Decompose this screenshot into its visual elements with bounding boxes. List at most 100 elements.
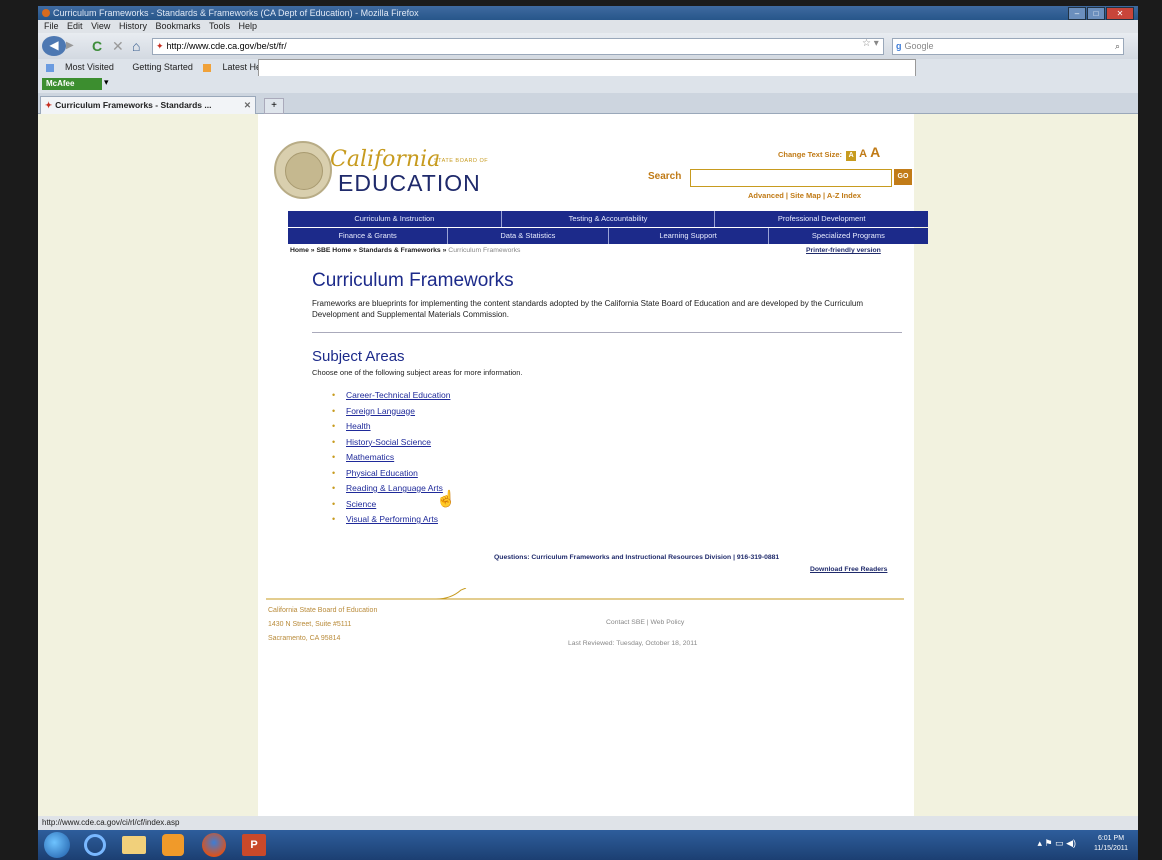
list-item: Physical Education: [332, 466, 450, 482]
breadcrumb-current: Curriculum Frameworks: [448, 247, 521, 254]
download-readers-link[interactable]: Download Free Readers: [810, 566, 887, 573]
subject-list: Career-Technical Education Foreign Langu…: [332, 388, 450, 528]
rss-icon: [203, 63, 212, 72]
list-item: Career-Technical Education: [332, 388, 450, 404]
reload-button[interactable]: C: [92, 37, 102, 55]
go-button[interactable]: GO: [894, 169, 912, 185]
tab-label: Curriculum Frameworks - Standards ...: [55, 100, 212, 110]
subject-link-reading-language-arts[interactable]: Reading & Language Arts: [346, 483, 443, 493]
subject-link-history-social-science[interactable]: History-Social Science: [346, 437, 431, 447]
list-item: Reading & Language Arts: [332, 481, 450, 497]
minimize-button[interactable]: –: [1068, 7, 1086, 20]
printer-friendly-link[interactable]: Printer-friendly version: [806, 247, 881, 254]
logo-sbe: STATE BOARD OF: [434, 158, 489, 164]
menu-bar: File Edit View History Bookmarks Tools H…: [38, 20, 1138, 33]
subject-areas-intro: Choose one of the following subject area…: [312, 368, 523, 377]
subject-link-mathematics[interactable]: Mathematics: [346, 452, 394, 462]
list-item: History-Social Science: [332, 435, 450, 451]
subject-link-physical-education[interactable]: Physical Education: [346, 468, 418, 478]
web-page: California STATE BOARD OF EDUCATION Chan…: [258, 114, 928, 816]
footer-org: California State Board of Education: [268, 607, 378, 614]
system-clock[interactable]: 6:01 PM 11/15/2011: [1094, 834, 1128, 854]
nav-learning-support[interactable]: Learning Support: [609, 228, 769, 244]
footer-address: California State Board of Education 1430…: [268, 604, 377, 646]
text-size-large-button[interactable]: A: [870, 144, 880, 160]
firefox-icon: [42, 9, 50, 17]
text-size-medium-button[interactable]: A: [859, 148, 867, 160]
stop-button[interactable]: ✕: [112, 37, 124, 55]
nav-testing-accountability[interactable]: Testing & Accountability: [502, 211, 716, 227]
search-links[interactable]: Advanced | Site Map | A-Z Index: [748, 191, 861, 200]
clock-date: 11/15/2011: [1094, 845, 1128, 852]
last-reviewed: Last Reviewed: Tuesday, October 18, 2011: [568, 640, 698, 647]
breadcrumb-links[interactable]: Home » SBE Home » Standards & Frameworks…: [290, 247, 446, 254]
nav-curriculum-instruction[interactable]: Curriculum & Instruction: [288, 211, 502, 227]
menu-edit[interactable]: Edit: [67, 21, 83, 31]
browser-viewport: California STATE BOARD OF EDUCATION Chan…: [38, 114, 1138, 816]
bookmark-star-icon[interactable]: ☆ ▾: [862, 38, 879, 49]
media-player-icon[interactable]: [162, 834, 184, 856]
folder-icon[interactable]: [122, 836, 146, 854]
clock-time: 6:01 PM: [1097, 835, 1125, 842]
bookmark-most-visited[interactable]: Most Visited: [46, 62, 114, 72]
menu-help[interactable]: Help: [239, 21, 258, 31]
new-tab-button[interactable]: +: [264, 98, 284, 114]
site-search-input[interactable]: [690, 169, 892, 187]
nav-specialized-programs[interactable]: Specialized Programs: [769, 228, 928, 244]
state-seal-logo[interactable]: [274, 141, 332, 199]
menu-view[interactable]: View: [91, 21, 110, 31]
subject-link-visual-performing-arts[interactable]: Visual & Performing Arts: [346, 514, 438, 524]
screen: Curriculum Frameworks - Standards & Fram…: [38, 6, 1138, 860]
subject-link-career-technical[interactable]: Career-Technical Education: [346, 390, 450, 400]
tab-bar: ✦ Curriculum Frameworks - Standards ... ✕…: [38, 93, 1138, 114]
text-size-small-button[interactable]: A: [846, 151, 857, 161]
breadcrumb[interactable]: Home » SBE Home » Standards & Frameworks…: [290, 247, 520, 254]
window-title: Curriculum Frameworks - Standards & Fram…: [53, 8, 419, 18]
subject-link-health[interactable]: Health: [346, 421, 371, 431]
forward-button[interactable]: ▶: [66, 37, 84, 55]
questions-contact[interactable]: Questions: Curriculum Frameworks and Ins…: [494, 554, 779, 561]
star-icon: [46, 63, 54, 72]
search-engine-label: Google: [904, 41, 934, 51]
nav-finance-grants[interactable]: Finance & Grants: [288, 228, 449, 244]
close-window-button[interactable]: ✕: [1106, 7, 1134, 20]
hand-cursor-icon: ☝: [436, 491, 456, 508]
logo-california[interactable]: California: [330, 147, 440, 172]
system-tray[interactable]: ▴ ⚑ ▭ ◀): [1037, 838, 1076, 849]
logo-education[interactable]: EDUCATION: [338, 170, 481, 197]
bookmark-label: Most Visited: [65, 62, 114, 72]
magnifier-icon[interactable]: ⌕: [1115, 39, 1120, 54]
list-item: Health: [332, 419, 450, 435]
footer-links[interactable]: Contact SBE | Web Policy: [606, 619, 684, 626]
nav-professional-development[interactable]: Professional Development: [715, 211, 928, 227]
powerpoint-icon[interactable]: P: [242, 834, 266, 856]
subject-link-science[interactable]: Science: [346, 499, 376, 509]
maximize-button[interactable]: □: [1087, 7, 1105, 20]
divider: [312, 332, 902, 333]
close-icon[interactable]: ✕: [244, 97, 251, 114]
subject-link-foreign-language[interactable]: Foreign Language: [346, 406, 415, 416]
page-intro: Frameworks are blueprints for implementi…: [312, 299, 863, 319]
subject-areas-heading: Subject Areas: [312, 348, 405, 365]
start-button[interactable]: [44, 832, 70, 858]
url-text: http://www.cde.ca.gov/be/st/fr/: [166, 41, 287, 51]
back-button[interactable]: ◀: [42, 36, 66, 56]
nav-data-statistics[interactable]: Data & Statistics: [448, 228, 609, 244]
mcafee-button[interactable]: McAfee: [42, 78, 102, 90]
window-titlebar: Curriculum Frameworks - Standards & Fram…: [38, 6, 1138, 20]
menu-bookmarks[interactable]: Bookmarks: [155, 21, 200, 31]
bookmark-getting-started[interactable]: Getting Started: [124, 59, 916, 763]
chevron-down-icon[interactable]: ▾: [104, 77, 109, 88]
list-item: Visual & Performing Arts: [332, 512, 450, 528]
internet-explorer-icon[interactable]: [84, 834, 106, 856]
tab-curriculum-frameworks[interactable]: ✦ Curriculum Frameworks - Standards ... ✕: [40, 96, 256, 114]
home-button[interactable]: ⌂: [132, 37, 140, 55]
firefox-taskbar-icon[interactable]: [202, 833, 226, 857]
menu-history[interactable]: History: [119, 21, 147, 31]
menu-tools[interactable]: Tools: [209, 21, 230, 31]
search-bar[interactable]: g Google ⌕: [892, 38, 1124, 55]
menu-file[interactable]: File: [44, 21, 59, 31]
list-item: Mathematics: [332, 450, 450, 466]
url-bar[interactable]: ✦ http://www.cde.ca.gov/be/st/fr/: [152, 38, 884, 55]
footer-city: Sacramento, CA 95814: [268, 635, 341, 642]
